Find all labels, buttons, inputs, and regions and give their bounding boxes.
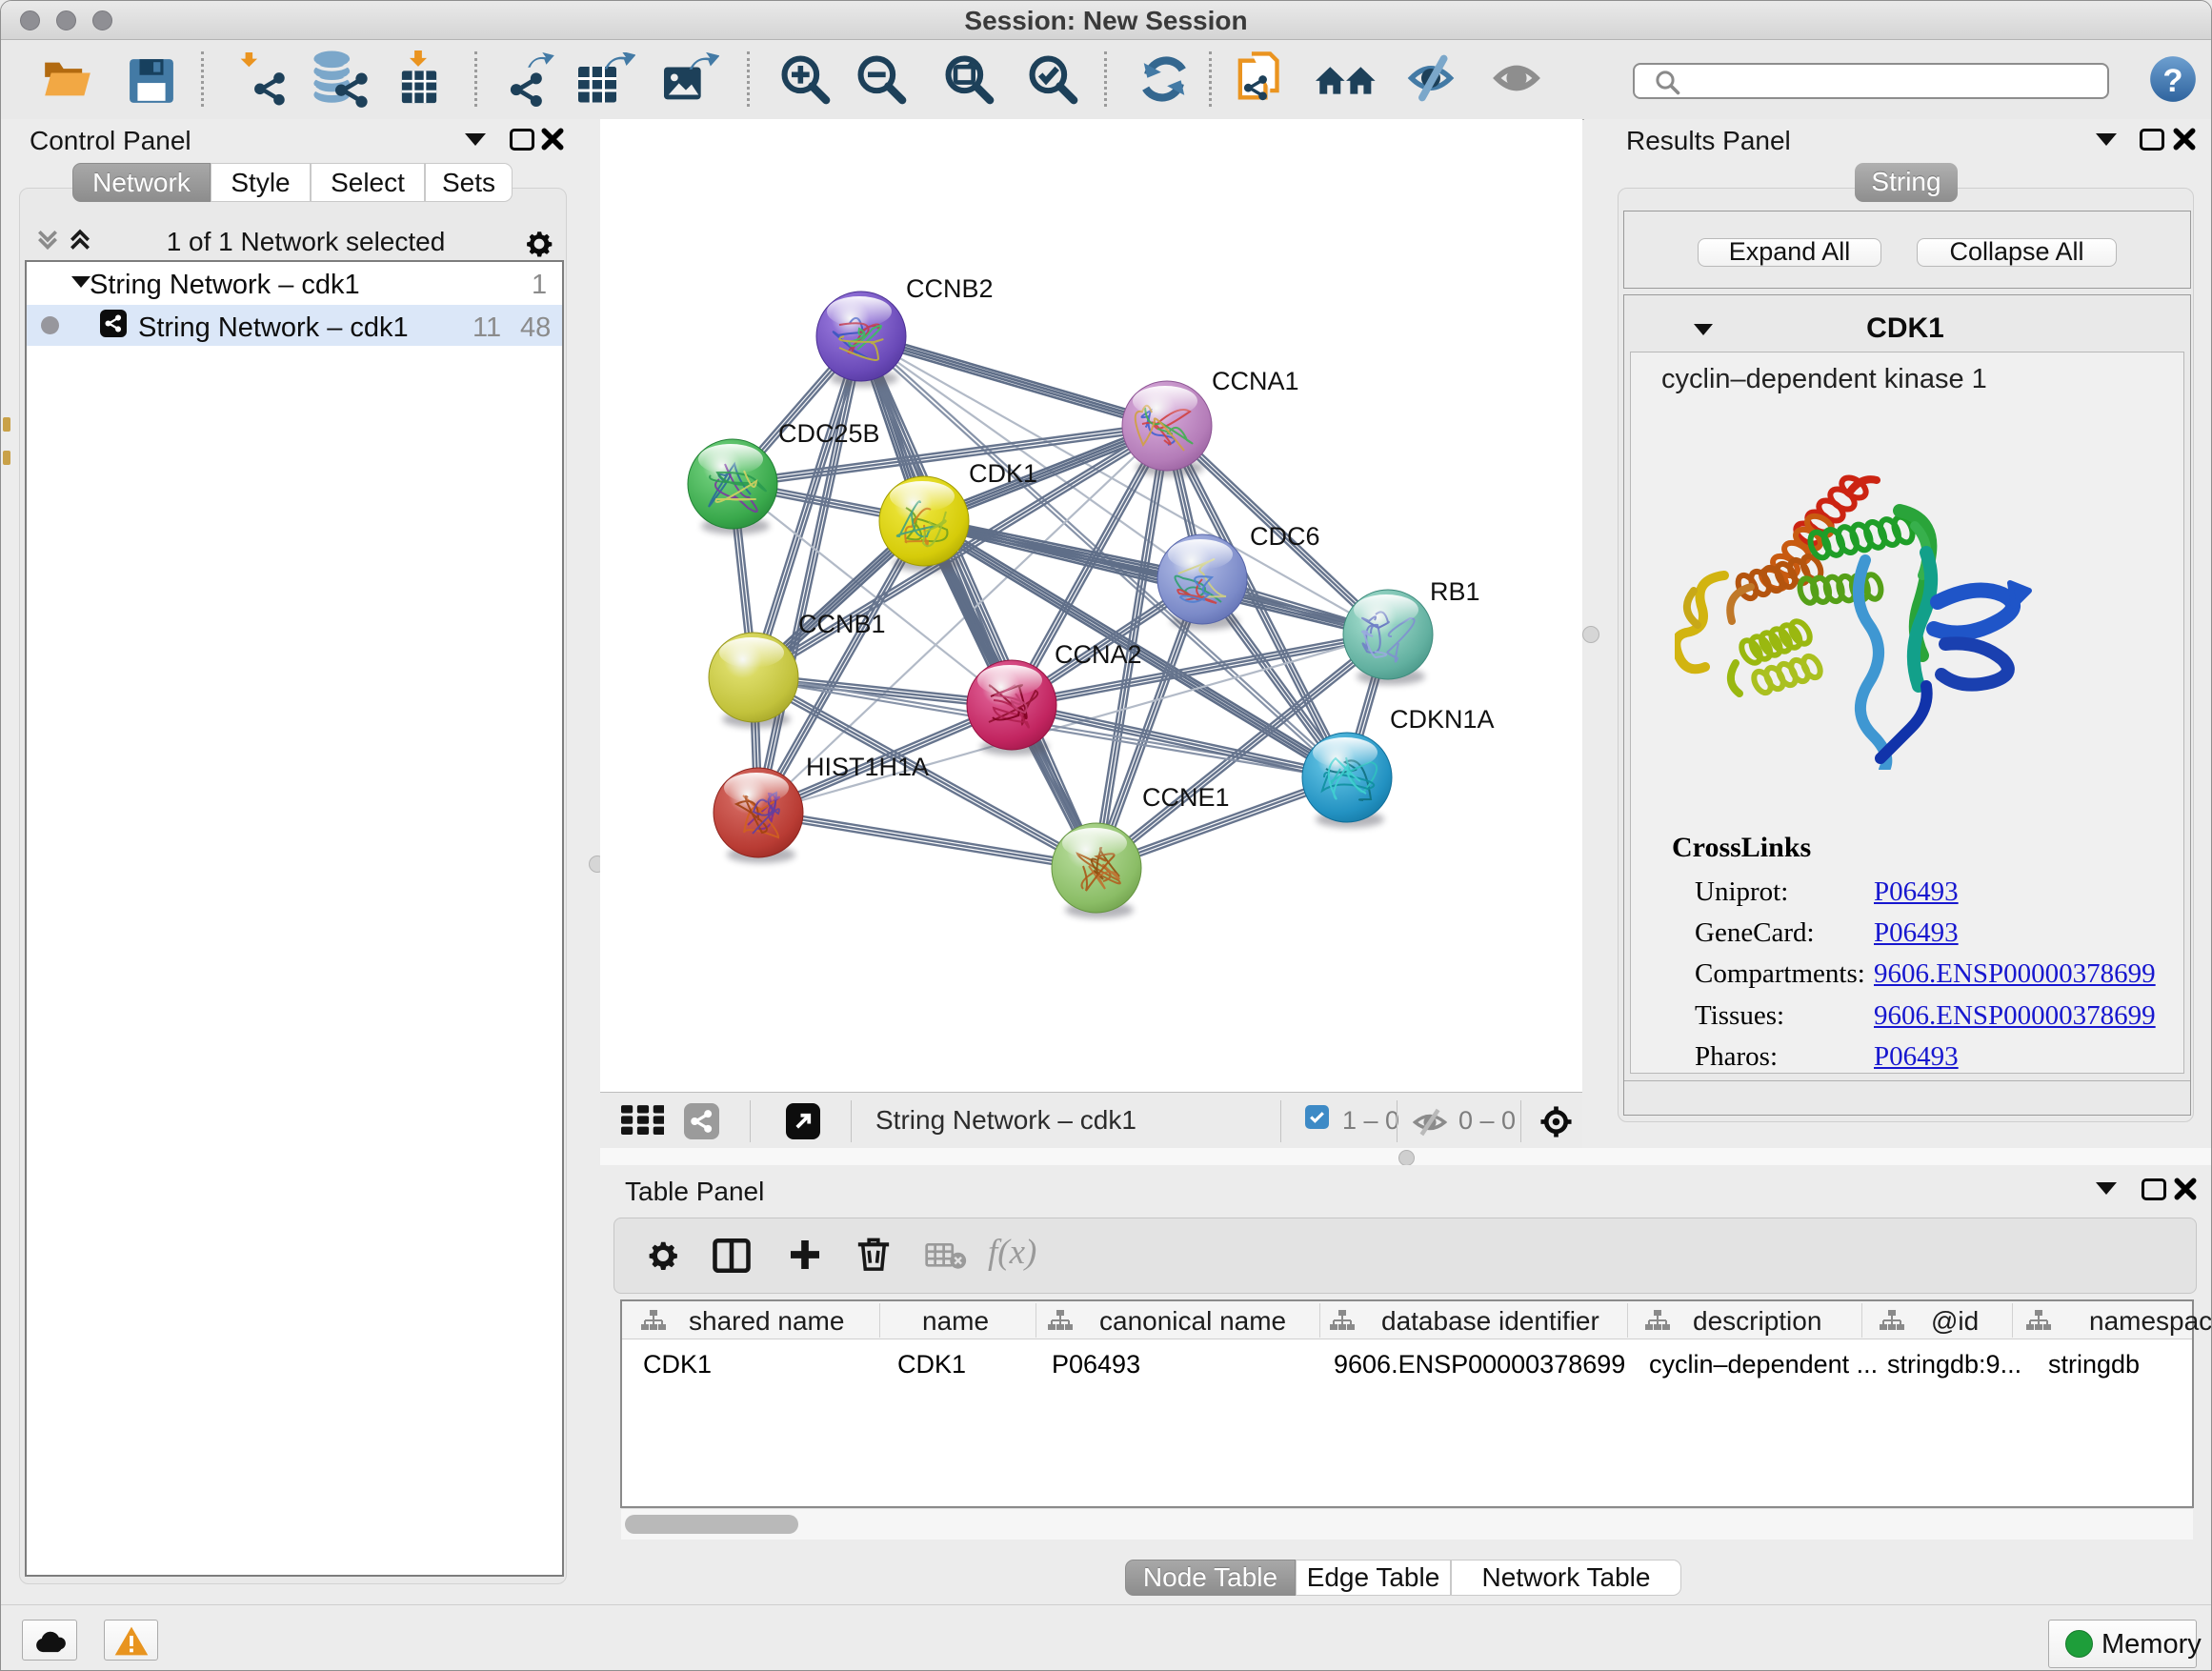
svg-text:CCNE1: CCNE1 bbox=[1142, 783, 1230, 812]
svg-text:CCNA1: CCNA1 bbox=[1212, 367, 1299, 395]
svg-text:CDC25B: CDC25B bbox=[778, 419, 880, 448]
svg-text:CDKN1A: CDKN1A bbox=[1390, 705, 1495, 734]
svg-text:CCNA2: CCNA2 bbox=[1055, 640, 1142, 669]
svg-text:CDC6: CDC6 bbox=[1250, 522, 1320, 551]
svg-text:RB1: RB1 bbox=[1430, 577, 1480, 606]
svg-text:CCNB2: CCNB2 bbox=[906, 274, 994, 303]
svg-text:HIST1H1A: HIST1H1A bbox=[806, 753, 929, 781]
svg-text:CDK1: CDK1 bbox=[969, 459, 1037, 488]
svg-text:?: ? bbox=[2162, 63, 2182, 99]
svg-text:CCNB1: CCNB1 bbox=[798, 610, 886, 638]
